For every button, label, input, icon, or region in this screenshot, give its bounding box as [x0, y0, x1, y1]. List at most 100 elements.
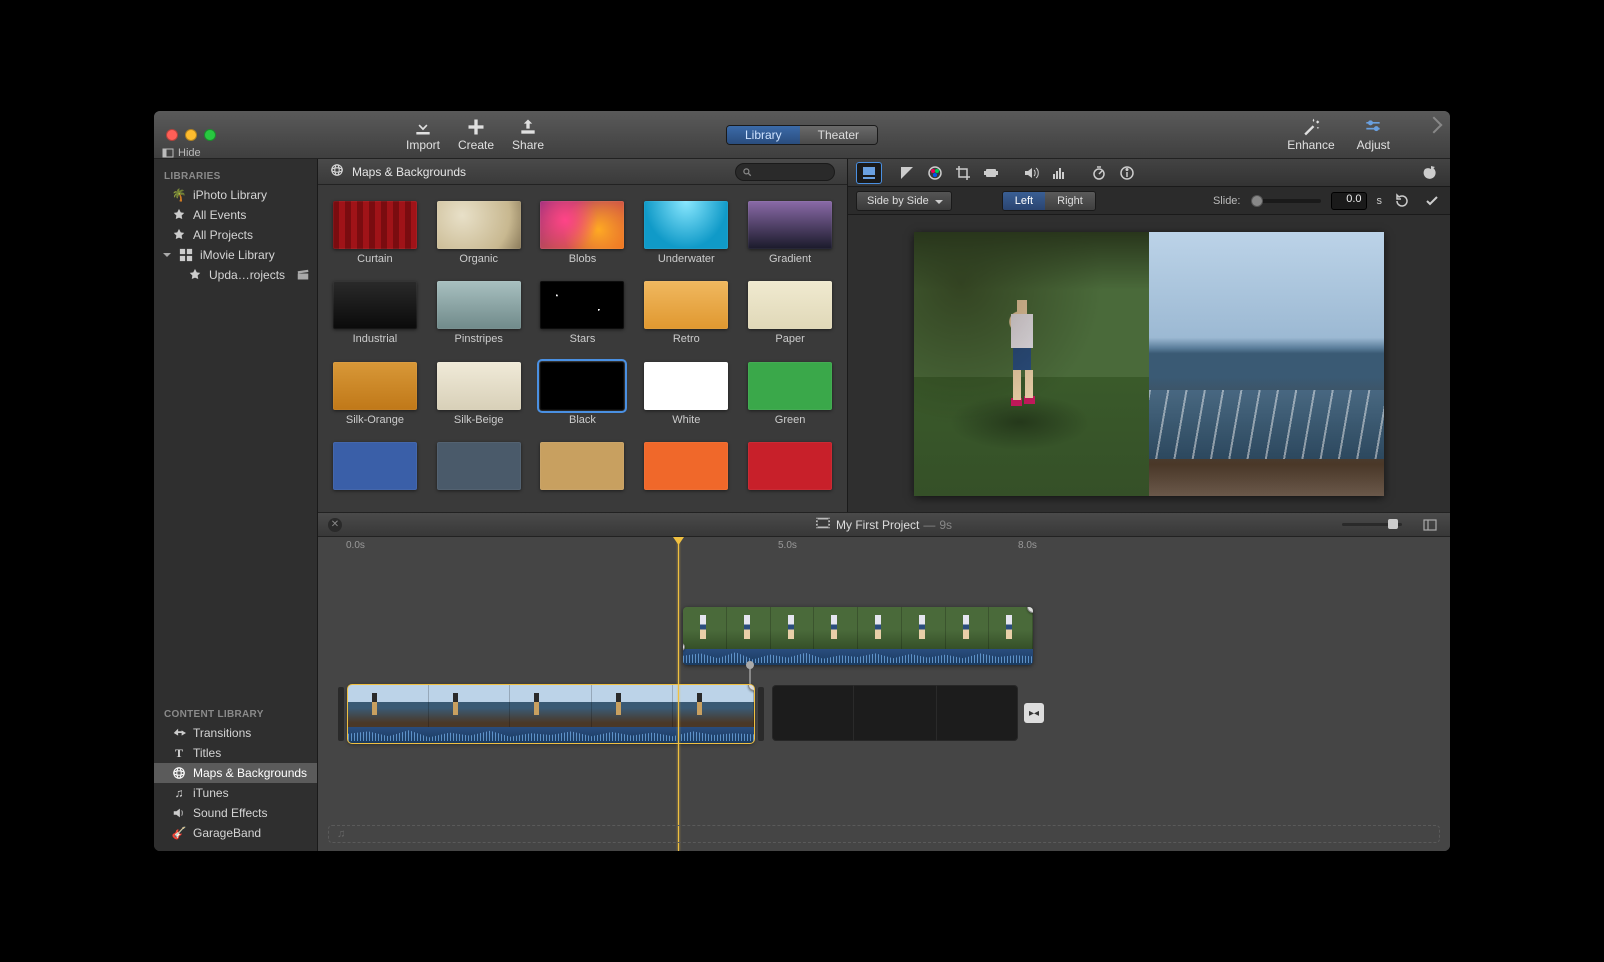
stabilization-button[interactable]	[978, 162, 1004, 184]
side-right-button[interactable]: Right	[1045, 192, 1095, 210]
library-theater-segment: Library Theater	[726, 125, 878, 145]
info-button[interactable]	[1114, 162, 1140, 184]
clip-edge-left[interactable]	[338, 687, 344, 741]
theater-tab[interactable]: Theater	[800, 126, 877, 144]
timeline-pane: ✕ My First Project — 9s 0.0s5.0s8.0s	[318, 513, 1450, 851]
titlebar: Hide Import Create Share Library Theater	[154, 111, 1450, 159]
overlay-clip[interactable]	[683, 607, 1033, 665]
enhance-button[interactable]: Enhance	[1287, 118, 1334, 152]
background-thumb[interactable]	[743, 442, 837, 496]
create-button[interactable]: Create	[458, 118, 494, 152]
thumb-swatch	[748, 281, 832, 329]
sidebar-item-imovie-library[interactable]: iMovie Library	[154, 245, 317, 265]
background-grid: CurtainOrganicBlobsUnderwaterGradient Ind…	[318, 185, 847, 512]
speed-button[interactable]	[1086, 162, 1112, 184]
background-thumb[interactable]	[328, 442, 422, 496]
sidebar-item-project[interactable]: Upda…rojects	[154, 265, 317, 285]
timeline-zoom-slider[interactable]	[1342, 522, 1402, 528]
minimize-window-button[interactable]	[185, 129, 197, 141]
overlay-mode-dropdown[interactable]: Side by Side	[856, 191, 952, 211]
sidebar-item-sound-effects[interactable]: Sound Effects	[154, 803, 317, 823]
background-thumb[interactable]: Green	[743, 362, 837, 428]
sidebar-item-iphoto[interactable]: 🌴 iPhoto Library	[154, 185, 317, 205]
clip-edge-right[interactable]	[758, 687, 764, 741]
audio-dropzone[interactable]: ♫	[328, 825, 1440, 843]
library-tab[interactable]: Library	[727, 126, 800, 144]
thumb-label: Paper	[775, 333, 804, 345]
background-thumb[interactable]: Blobs	[536, 201, 630, 267]
background-thumb[interactable]: Organic	[432, 201, 526, 267]
sidebar-item-maps-backgrounds[interactable]: Maps & Backgrounds	[154, 763, 317, 783]
viewer-subtoolbar: Side by Side Left Right Slide: 0.0 s	[848, 187, 1450, 215]
noise-eq-button[interactable]	[1046, 162, 1072, 184]
ruler-tick: 5.0s	[778, 540, 797, 551]
background-thumb[interactable]	[536, 442, 630, 496]
sidebar-item-garageband[interactable]: 🎸 GarageBand	[154, 823, 317, 843]
zoom-window-button[interactable]	[204, 129, 216, 141]
reset-button[interactable]	[1392, 190, 1412, 212]
side-left-button[interactable]: Left	[1003, 192, 1045, 210]
app-window: Hide Import Create Share Library Theater	[154, 111, 1450, 851]
background-thumb[interactable]: Paper	[743, 281, 837, 347]
thumb-swatch	[437, 201, 521, 249]
crop-button[interactable]	[950, 162, 976, 184]
slide-slider[interactable]	[1251, 199, 1321, 203]
close-window-button[interactable]	[166, 129, 178, 141]
background-thumb[interactable]: Retro	[639, 281, 733, 347]
main-area: LIBRARIES 🌴 iPhoto Library All Events Al…	[154, 159, 1450, 851]
thumb-swatch	[748, 362, 832, 410]
background-thumb[interactable]: Silk-Orange	[328, 362, 422, 428]
color-correction-button[interactable]	[922, 162, 948, 184]
globe-icon	[330, 163, 344, 180]
timeline-body[interactable]: 0.0s5.0s8.0s	[318, 537, 1450, 851]
thumb-label: Black	[569, 414, 596, 426]
search-input[interactable]	[735, 163, 835, 181]
sidebar-item-titles[interactable]: T Titles	[154, 743, 317, 763]
revert-button[interactable]	[1416, 162, 1442, 184]
adjust-button[interactable]: Adjust	[1357, 118, 1390, 152]
import-icon	[412, 118, 434, 136]
background-thumb[interactable]: White	[639, 362, 733, 428]
playhead[interactable]	[678, 537, 679, 851]
background-thumb[interactable]: Stars	[536, 281, 630, 347]
import-button[interactable]: Import	[406, 118, 440, 152]
overlay-pin[interactable]	[749, 665, 751, 685]
background-thumb[interactable]: Pinstripes	[432, 281, 526, 347]
background-thumb[interactable]: Gradient	[743, 201, 837, 267]
background-thumb[interactable]: Underwater	[639, 201, 733, 267]
sidebar-item-all-events[interactable]: All Events	[154, 205, 317, 225]
timeline-close-button[interactable]: ✕	[328, 518, 342, 532]
transition-well[interactable]: ▸◂	[1024, 703, 1044, 723]
overlay-controls-button[interactable]	[856, 162, 882, 184]
timeline-ruler[interactable]: 0.0s5.0s8.0s	[318, 537, 1450, 557]
share-button[interactable]: Share	[512, 118, 544, 152]
primary-clip-audio[interactable]	[348, 727, 754, 743]
primary-clip[interactable]	[348, 685, 754, 743]
chevron-down-icon[interactable]	[162, 248, 172, 262]
slide-value-field[interactable]: 0.0	[1331, 192, 1367, 210]
overlay-clip-audio[interactable]	[683, 649, 1033, 665]
color-balance-button[interactable]	[894, 162, 920, 184]
background-thumb[interactable]	[639, 442, 733, 496]
background-thumb[interactable]: Silk-Beige	[432, 362, 526, 428]
background-thumb[interactable]: Black	[536, 362, 630, 428]
sidebar-item-transitions[interactable]: Transitions	[154, 723, 317, 743]
hide-sidebar-button[interactable]: Hide	[162, 147, 201, 159]
fullscreen-button[interactable]	[1426, 117, 1443, 134]
background-thumb[interactable]	[432, 442, 526, 496]
timeline-settings-button[interactable]	[1422, 517, 1438, 533]
background-thumb[interactable]: Industrial	[328, 281, 422, 347]
sidebar-item-itunes[interactable]: ♫ iTunes	[154, 783, 317, 803]
slider-knob[interactable]	[1251, 195, 1263, 207]
placeholder-clip[interactable]	[772, 685, 1018, 741]
preview-canvas[interactable]	[914, 232, 1384, 496]
project-title: My First Project	[836, 518, 919, 532]
volume-button[interactable]	[1018, 162, 1044, 184]
upper-panes: Maps & Backgrounds CurtainOrganicBlobsUn…	[318, 159, 1450, 513]
grid-icon	[179, 248, 193, 262]
apply-button[interactable]	[1422, 190, 1442, 212]
thumb-swatch	[644, 201, 728, 249]
thumb-label: White	[672, 414, 700, 426]
sidebar-item-all-projects[interactable]: All Projects	[154, 225, 317, 245]
background-thumb[interactable]: Curtain	[328, 201, 422, 267]
